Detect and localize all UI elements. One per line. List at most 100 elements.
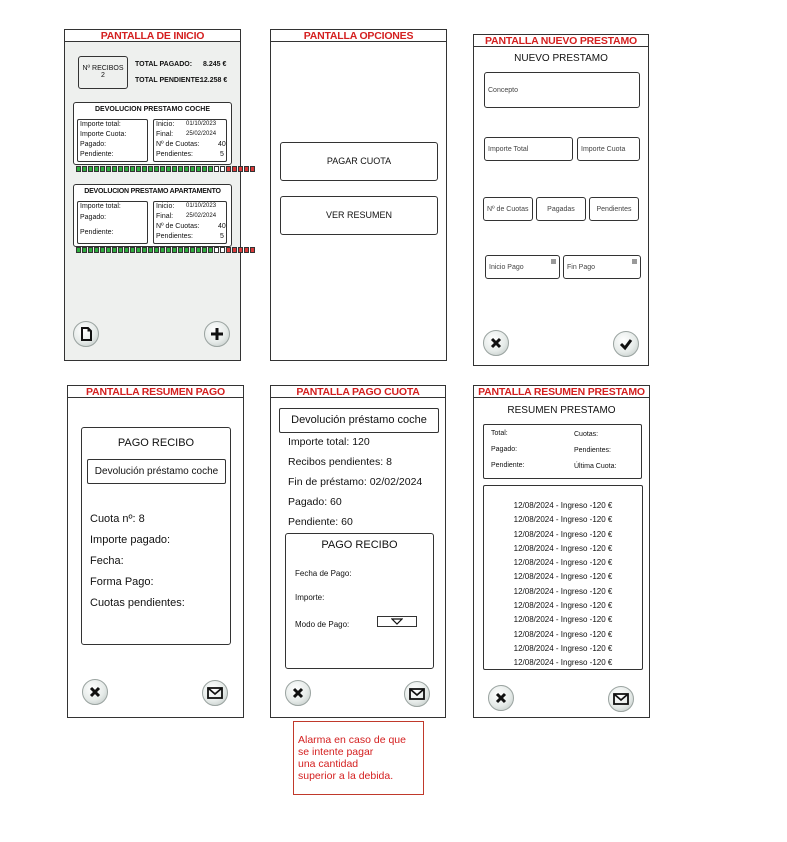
list-item: 12/08/2024 - Ingreso -120 €: [513, 529, 613, 539]
fin-pago-field[interactable]: Fin Pago: [563, 255, 641, 279]
close-icon: [495, 692, 507, 704]
progress-segment: [190, 166, 195, 172]
screen-title: PANTALLA RESUMEN PAGO: [68, 386, 243, 398]
summary-header: RESUMEN PRESTAMO: [507, 405, 616, 416]
screen-title: PANTALLA NUEVO PRESTAMO: [474, 35, 648, 47]
progress-segment: [184, 166, 189, 172]
progress-segment: [184, 247, 189, 253]
inicio-pago-field[interactable]: Inicio Pago: [485, 255, 560, 279]
importe-total-line: Importe total: 120: [288, 436, 370, 448]
progress-segment: [142, 247, 147, 253]
progress-segment: [214, 247, 219, 253]
pagar-cuota-button[interactable]: PAGAR CUOTA: [280, 142, 438, 181]
payments-list[interactable]: 12/08/2024 - Ingreso -120 € 12/08/2024 -…: [483, 485, 643, 670]
send-mail-button[interactable]: [202, 680, 228, 706]
progress-segment: [172, 247, 177, 253]
alarm-note: Alarma en caso de que se intente pagar u…: [293, 721, 424, 795]
card-title: PAGO RECIBO: [321, 539, 398, 551]
progress-segment: [130, 247, 135, 253]
progress-segment: [148, 166, 153, 172]
fin-pago-placeholder: Fin Pago: [567, 263, 596, 271]
mail-icon: [207, 687, 223, 699]
alarm-line: una cantidad: [298, 758, 359, 770]
list-item: 12/08/2024 - Ingreso -120 €: [513, 601, 613, 611]
progress-segment: [124, 166, 129, 172]
loan-cuotas-label: Nº de Cuotas:: [156, 141, 200, 148]
screen-title: PANTALLA DE INICIO: [65, 30, 240, 42]
screen-opciones: PANTALLA OPCIONES PAGAR CUOTA VER RESUME…: [270, 29, 447, 361]
pendientes-label: Pendientes:: [574, 447, 611, 454]
progress-segment: [154, 166, 159, 172]
progress-segment: [154, 247, 159, 253]
loan-card-apartamento[interactable]: DEVOLUCION PRESTAMO APARTAMENTO Importe …: [73, 184, 232, 247]
send-mail-button[interactable]: [608, 686, 634, 712]
dropdown-icon: [391, 618, 403, 625]
list-item: 12/08/2024 - Ingreso -120 €: [513, 558, 613, 568]
screen-inicio: PANTALLA DE INICIO Nº RECIBOS 2 TOTAL PA…: [64, 29, 255, 361]
pendientes-field[interactable]: Pendientes: [589, 197, 639, 221]
progress-segment: [142, 166, 147, 172]
document-button[interactable]: [73, 321, 99, 347]
importe-label[interactable]: Importe:: [295, 593, 324, 602]
pagado-line: Pagado: 60: [288, 496, 342, 508]
recibos-count-box[interactable]: Nº RECIBOS 2: [78, 56, 128, 89]
add-loan-button[interactable]: [204, 321, 230, 347]
concept-box: Devolución préstamo coche: [279, 408, 439, 433]
list-item: 12/08/2024 - Ingreso -120 €: [513, 658, 613, 668]
ver-resumen-button[interactable]: VER RESUMEN: [280, 196, 438, 235]
loan-pagado-label: Pagado:: [80, 214, 107, 221]
progress-segment: [112, 247, 117, 253]
progress-segment: [100, 247, 105, 253]
loan-inicio-label: Inicio:: [156, 121, 175, 128]
cuota-line: Cuota nº: 8: [90, 513, 145, 525]
cancel-button[interactable]: [488, 685, 514, 711]
progress-segment: [136, 247, 141, 253]
screen-resumen-prestamo: PANTALLA RESUMEN PRESTAMO RESUMEN PRESTA…: [473, 385, 650, 718]
confirm-button[interactable]: [613, 331, 639, 357]
loan-cuotas-value: 40: [218, 223, 226, 230]
loan-right-details: Inicio: 01/10/2023 Final: 25/02/2024 Nº …: [153, 201, 227, 244]
send-mail-button[interactable]: [404, 681, 430, 707]
modo-pago-select[interactable]: [377, 616, 417, 627]
progress-segment: [220, 166, 225, 172]
close-icon: [490, 337, 502, 349]
progress-segment: [208, 247, 213, 253]
progress-segment: [82, 166, 87, 172]
cancel-button[interactable]: [82, 679, 108, 705]
concept-label: Devolución préstamo coche: [291, 414, 427, 426]
loan-cuotas-value: 40: [218, 141, 226, 148]
progress-segment: [76, 166, 81, 172]
progress-segment: [148, 247, 153, 253]
concepto-field[interactable]: Concepto: [484, 72, 640, 108]
progress-segment: [166, 166, 171, 172]
progress-segment: [238, 166, 243, 172]
importe-total-field[interactable]: Importe Total: [484, 137, 573, 161]
pagar-cuota-label: PAGAR CUOTA: [326, 156, 392, 166]
recibos-pendientes-line: Recibos pendientes: 8: [288, 456, 392, 468]
pagadas-placeholder: Pagadas: [547, 205, 575, 213]
plus-icon: [211, 328, 223, 340]
progress-segment: [124, 247, 129, 253]
cancel-button[interactable]: [285, 680, 311, 706]
pagadas-field[interactable]: Pagadas: [536, 197, 586, 221]
total-pendiente-value: 12.258 €: [200, 77, 228, 84]
loan-importe-total-label: Importe total:: [80, 121, 121, 128]
fecha-pago-label[interactable]: Fecha de Pago:: [295, 569, 351, 578]
progress-segment: [238, 247, 243, 253]
num-cuotas-placeholder: Nº de Cuotas: [487, 205, 529, 213]
total-pagado-value: 8.245 €: [203, 61, 227, 68]
loan-inicio-label: Inicio:: [156, 203, 175, 210]
loan-importe-cuota-label: Importe Cuota:: [80, 131, 127, 138]
num-cuotas-field[interactable]: Nº de Cuotas: [483, 197, 533, 221]
inicio-pago-placeholder: Inicio Pago: [489, 263, 524, 271]
calendar-icon: [551, 259, 556, 264]
cancel-button[interactable]: [483, 330, 509, 356]
progress-segment: [94, 247, 99, 253]
list-item: 12/08/2024 - Ingreso -120 €: [513, 501, 613, 510]
importe-cuota-field[interactable]: Importe Cuota: [577, 137, 640, 161]
alarm-line: se intente pagar: [298, 746, 374, 758]
loan-card-coche[interactable]: DEVOLUCION PRESTAMO COCHE Importe total:…: [73, 102, 232, 165]
recibos-label: Nº RECIBOS: [82, 65, 124, 72]
summary-stats-box: Total: Cuotas: Pagado: Pendientes: Pendi…: [483, 424, 642, 479]
total-pendiente-label: TOTAL PENDIENTE:: [135, 77, 202, 84]
